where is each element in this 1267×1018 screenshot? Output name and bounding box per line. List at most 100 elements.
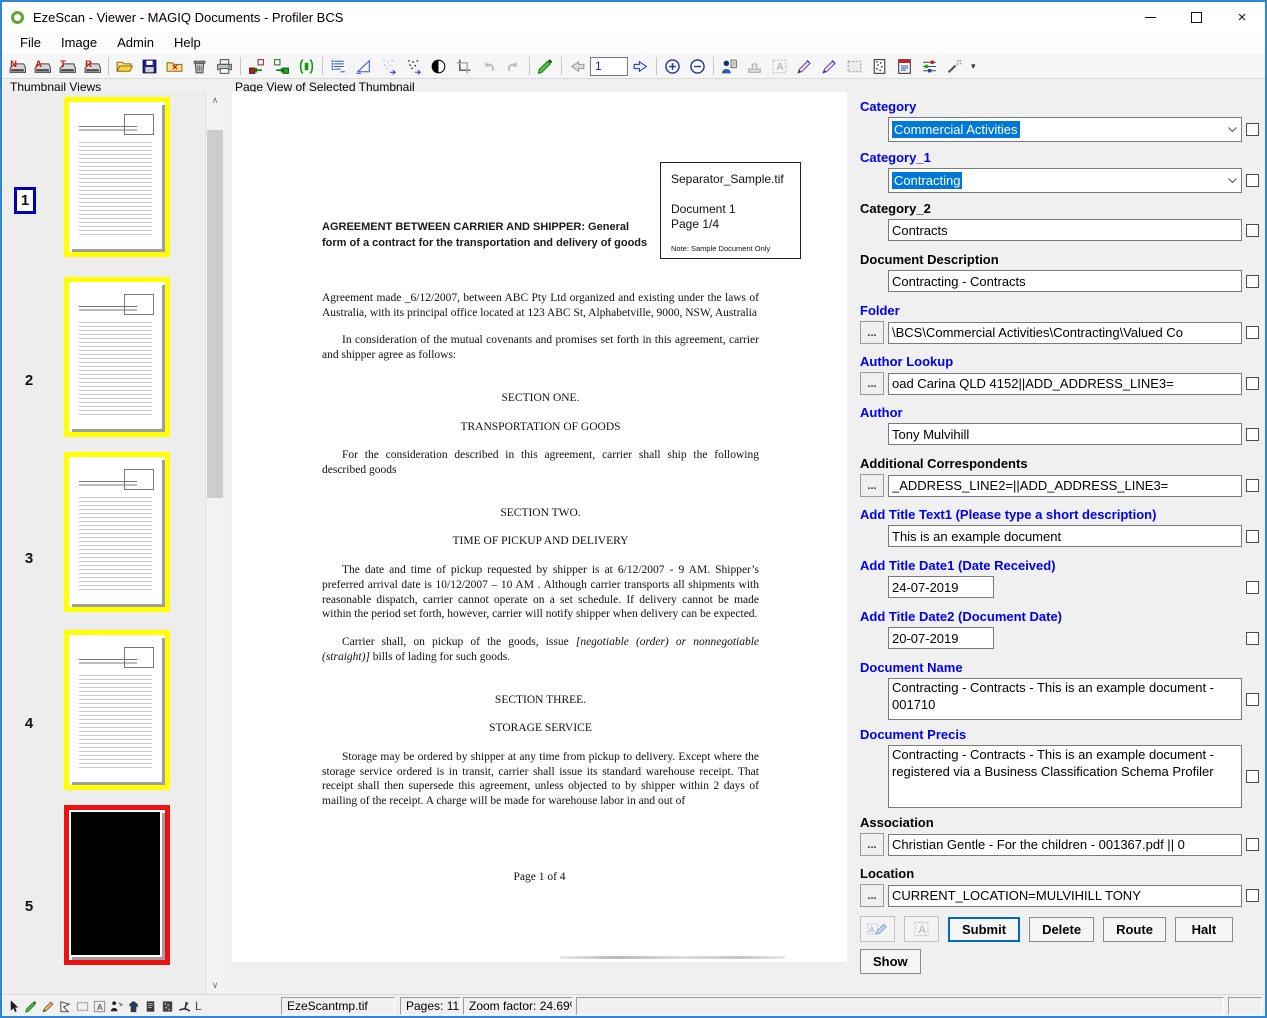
thumbnail-page-1[interactable] [64,97,170,257]
thumbnail-page-2[interactable] [64,277,170,437]
additional-correspondents-input[interactable] [888,475,1242,497]
zoom-out-button[interactable] [685,55,710,77]
menu-admin[interactable]: Admin [107,33,164,53]
page-tool-button[interactable] [142,997,159,1015]
pattern-tool-button[interactable] [159,997,176,1015]
annotate-pen-button[interactable] [792,55,817,77]
next-document-button[interactable] [269,55,294,77]
thumbnail-page-3[interactable] [64,452,170,612]
halt-button[interactable]: Halt [1175,917,1233,942]
add-title-date1-checkbox[interactable] [1246,581,1259,594]
scroll-down-button[interactable]: ∨ [206,977,224,994]
prev-document-button[interactable] [244,55,269,77]
delete-file-button[interactable] [187,55,212,77]
polygon-tool-button[interactable] [57,997,74,1015]
profile-button[interactable] [717,55,742,77]
document-name-checkbox[interactable] [1246,693,1259,706]
print-button[interactable] [212,55,237,77]
thumbnail-scrollbar[interactable]: ∧ ∨ [205,92,223,994]
menu-file[interactable]: File [10,33,51,53]
scrollbar-thumb[interactable] [207,130,223,498]
deskew-button[interactable] [351,55,376,77]
maximize-button[interactable] [1173,2,1219,32]
grab-tool-button[interactable] [176,997,193,1015]
location-browse-button[interactable]: ... [860,884,884,907]
despeckle-button[interactable] [401,55,426,77]
category-combobox[interactable]: Commercial Activities [888,117,1242,142]
route-button[interactable]: Route [1103,917,1166,942]
color-adjust-button[interactable] [917,55,942,77]
next-page-button[interactable] [628,55,653,77]
close-button[interactable]: × [1219,2,1265,32]
ocr-zones-button[interactable] [326,55,351,77]
rotate-button[interactable] [294,55,319,77]
folder-browse-button[interactable]: ... [860,321,884,344]
scan-n-button[interactable]: N [5,55,30,77]
association-browse-button[interactable]: ... [860,833,884,856]
category2-input[interactable] [888,219,1242,241]
additional-correspondents-browse-button[interactable]: ... [860,474,884,497]
stamp-button[interactable] [742,55,767,77]
magic-wand-dropdown-button[interactable]: ▾ [967,61,980,72]
menu-image[interactable]: Image [51,33,107,53]
document-name-textarea[interactable] [888,678,1242,720]
add-title-date2-input[interactable] [888,627,994,649]
category1-checkbox[interactable] [1246,174,1259,187]
author-input[interactable] [888,423,1242,445]
add-title-date1-input[interactable] [888,576,994,598]
additional-correspondents-checkbox[interactable] [1246,479,1259,492]
location-checkbox[interactable] [1246,889,1259,902]
page-number-input[interactable] [590,57,628,76]
association-input[interactable] [888,834,1242,856]
redact-tool-button[interactable] [108,997,125,1015]
minimize-button[interactable] [1127,2,1173,32]
magic-wand-button[interactable] [942,55,967,77]
scan-r-button[interactable]: R [80,55,105,77]
document-description-input[interactable] [888,270,1242,292]
scan-a-button[interactable]: A [30,55,55,77]
highlighter-button[interactable] [533,55,558,77]
document-precis-textarea[interactable] [888,745,1242,808]
category1-combobox[interactable]: Contracting [888,168,1242,193]
hand-tool-button[interactable] [125,997,142,1015]
association-checkbox[interactable] [1246,838,1259,851]
annotate-pen2-button[interactable] [817,55,842,77]
author-lookup-input[interactable] [888,373,1242,395]
author-checkbox[interactable] [1246,428,1259,441]
scan-t-button[interactable]: T [55,55,80,77]
text-tool-button[interactable]: A [91,997,108,1015]
despeckle-light-button[interactable] [376,55,401,77]
folder-input[interactable] [888,322,1242,344]
thumbnail-page-5[interactable] [64,805,170,965]
add-title-text1-input[interactable] [888,525,1242,547]
thumbnail-page-4[interactable] [64,630,170,790]
edit-annotation-button[interactable]: A [860,916,895,942]
undo-button[interactable] [476,55,501,77]
document-description-checkbox[interactable] [1246,275,1259,288]
category-checkbox[interactable] [1246,123,1259,136]
rectangle-tool-button[interactable] [74,997,91,1015]
show-button[interactable]: Show [860,949,921,974]
note-button[interactable] [892,55,917,77]
category2-checkbox[interactable] [1246,224,1259,237]
highlighter-tool-button[interactable] [23,997,40,1015]
pointer-tool-button[interactable] [6,997,23,1015]
submit-button[interactable]: Submit [948,917,1020,942]
page-view-canvas[interactable]: Separator_Sample.tif Document 1 Page 1/4… [232,92,847,962]
delete-button[interactable]: Delete [1029,917,1094,942]
scroll-up-button[interactable]: ∧ [206,92,224,109]
location-input[interactable] [888,885,1242,907]
add-title-date2-checkbox[interactable] [1246,632,1259,645]
barcode-button[interactable] [867,55,892,77]
zoom-in-button[interactable] [660,55,685,77]
document-precis-checkbox[interactable] [1246,770,1259,783]
open-file-button[interactable] [112,55,137,77]
prev-page-button[interactable] [565,55,590,77]
redo-button[interactable] [501,55,526,77]
menu-help[interactable]: Help [164,33,211,53]
select-region-button[interactable] [842,55,867,77]
text-annotation-button[interactable]: A [904,916,939,942]
author-lookup-browse-button[interactable]: ... [860,372,884,395]
pencil-tool-button[interactable] [40,997,57,1015]
text-stamp-button[interactable]: A [767,55,792,77]
